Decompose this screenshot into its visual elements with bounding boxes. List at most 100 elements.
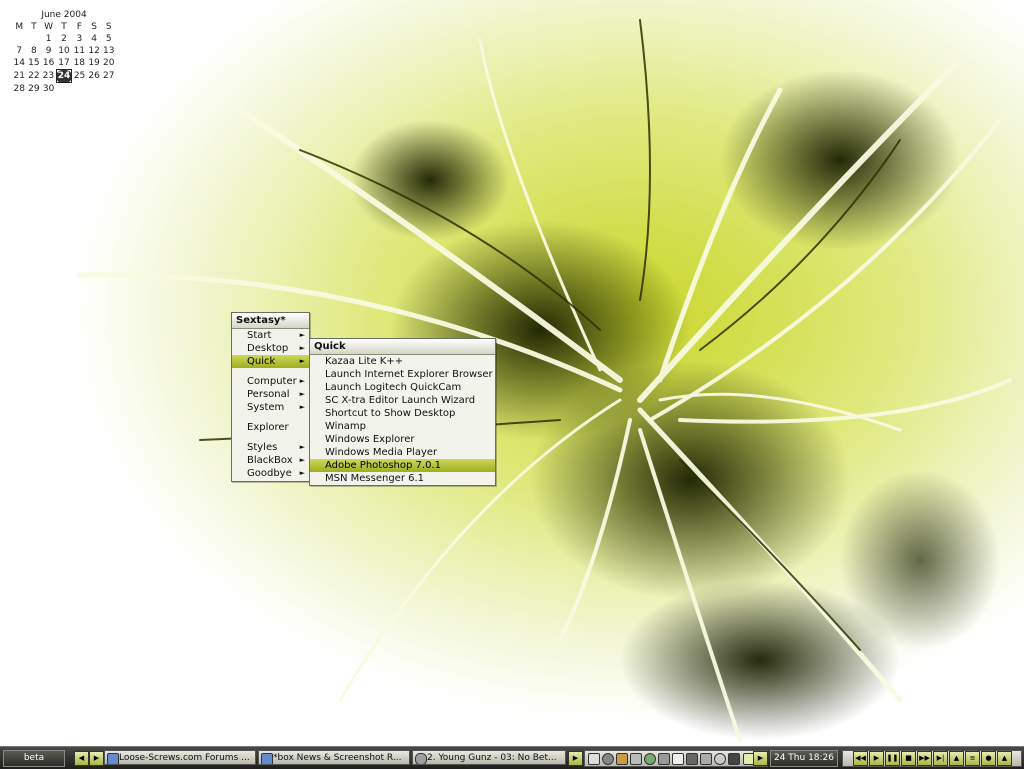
calendar-day: 29 — [28, 83, 40, 94]
calendar-day: 26 — [88, 71, 100, 81]
quick-item-windows-media-player[interactable]: Windows Media Player — [310, 446, 495, 459]
quick-item-show-desktop[interactable]: Shortcut to Show Desktop — [310, 407, 495, 420]
task-button[interactable]: *box News & Screenshot R... — [258, 750, 410, 765]
submenu-arrow-icon: ► — [299, 377, 305, 385]
menu-item-system[interactable]: System ► — [232, 401, 309, 414]
messenger-icon[interactable] — [644, 753, 656, 765]
submenu-arrow-icon: ► — [299, 469, 305, 477]
menu-item-styles[interactable]: Styles ► — [232, 441, 309, 454]
tray-next-button[interactable]: ▶ — [753, 751, 768, 766]
weekday-label: T — [61, 22, 67, 32]
quick-submenu: Quick Kazaa Lite K++ Launch Internet Exp… — [309, 338, 496, 486]
calendar-day — [56, 83, 72, 96]
monitor-icon[interactable] — [630, 753, 642, 765]
task-button[interactable]: Loose-Screws.com Forums ... — [104, 750, 256, 765]
audio-icon[interactable] — [616, 753, 628, 765]
menu-item-label: Styles — [247, 442, 278, 453]
calendar-day: 19 — [88, 58, 100, 69]
clock: 24 Thu 18:26 — [770, 750, 838, 767]
calendar-day: 30 — [42, 83, 55, 94]
calendar-week-row: 7 8 9 10 11 12 13 — [12, 45, 116, 57]
menu-item-label: Desktop — [247, 343, 289, 354]
calendar-day: 15 — [28, 58, 40, 69]
gear-icon[interactable] — [602, 753, 614, 765]
quick-item-windows-explorer[interactable]: Windows Explorer — [310, 433, 495, 446]
menu-item-goodbye[interactable]: Goodbye ► — [232, 467, 309, 480]
quick-item-kazaa[interactable]: Kazaa Lite K++ — [310, 355, 495, 368]
weekday-label: F — [76, 22, 82, 32]
root-menu: Sextasy* Start ► Desktop ► Quick ► Computer… — [231, 312, 310, 482]
menu-item-label: Quick — [247, 356, 276, 367]
weekday-label: S — [91, 22, 97, 32]
rewind-icon[interactable]: ◀◀ — [853, 751, 868, 766]
calendar-week-row: 28 29 30 — [12, 83, 116, 96]
calendar-weekday-row: M T W T F S S — [12, 21, 116, 33]
root-menu-title: Sextasy* — [232, 313, 309, 329]
quick-item-msn-messenger[interactable]: MSN Messenger 6.1 — [310, 472, 495, 485]
tool-icon[interactable] — [658, 753, 670, 765]
calendar-day: 14 — [13, 58, 25, 69]
quick-item-sc-xtra-editor[interactable]: SC X-tra Editor Launch Wizard — [310, 394, 495, 407]
stop-icon[interactable]: ■ — [901, 751, 916, 766]
menu-item-blackbox[interactable]: BlackBox ► — [232, 454, 309, 467]
quick-item-winamp[interactable]: Winamp — [310, 420, 495, 433]
weekday-label: W — [44, 22, 54, 32]
menu-item-desktop[interactable]: Desktop ► — [232, 342, 309, 355]
fast-forward-icon[interactable]: ▶▶ — [917, 751, 932, 766]
desktop-calendar: June 2004 M T W T F S S 1 2 3 4 5 7 8 9 … — [12, 10, 116, 95]
task-label: *box News & Screenshot R... — [273, 753, 402, 763]
task-label: 2. Young Gunz - 03: No Bet... — [427, 753, 557, 763]
calendar-day: 28 — [13, 83, 25, 94]
quick-item-photoshop[interactable]: Adobe Photoshop 7.0.1 — [310, 459, 495, 472]
volume-up-icon[interactable]: ▲ — [997, 751, 1012, 766]
menu-item-quick[interactable]: Quick ► — [232, 355, 309, 368]
calendar-day — [72, 83, 87, 96]
menu-item-label: Explorer — [247, 422, 289, 433]
calendar-day: 1 — [45, 34, 52, 44]
quick-item-internet-explorer[interactable]: Launch Internet Explorer Browser — [310, 368, 495, 381]
task-button[interactable]: 2. Young Gunz - 03: No Bet... — [412, 750, 566, 765]
play-icon[interactable]: ▶ — [869, 751, 884, 766]
task-label: Loose-Screws.com Forums ... — [119, 753, 250, 763]
next-track-icon[interactable]: ▶| — [933, 751, 948, 766]
calendar-month-title: June 2004 — [41, 10, 87, 20]
menu-item-label: Computer — [247, 376, 297, 387]
calendar-week-row: 1 2 3 4 5 — [12, 33, 116, 45]
menu-item-computer[interactable]: Computer ► — [232, 375, 309, 388]
menu-item-personal[interactable]: Personal ► — [232, 388, 309, 401]
winamp-icon — [415, 753, 427, 764]
submenu-arrow-icon: ► — [299, 344, 305, 352]
submenu-arrow-icon: ► — [299, 357, 305, 365]
menu-item-explorer[interactable]: Explorer — [232, 421, 309, 434]
eject-icon[interactable]: ▲ — [949, 751, 964, 766]
workspace-next-button[interactable]: ▶ — [89, 751, 104, 766]
media-icon[interactable] — [686, 753, 698, 765]
folder-icon[interactable] — [700, 753, 712, 765]
weekday-label: S — [105, 22, 112, 32]
submenu-arrow-icon: ► — [299, 390, 305, 398]
calendar-day: 4 — [91, 34, 97, 44]
quick-item-logitech-quickcam[interactable]: Launch Logitech QuickCam — [310, 381, 495, 394]
globe-icon[interactable] — [714, 753, 726, 765]
workspace-prev-button[interactable]: ◀ — [74, 751, 89, 766]
calendar-day: 17 — [58, 58, 70, 68]
playlist-icon[interactable]: ≡ — [965, 751, 980, 766]
network-icon[interactable] — [588, 753, 600, 765]
calendar-day: 8 — [30, 46, 37, 56]
settings-icon[interactable] — [728, 753, 740, 765]
mail-icon[interactable] — [672, 753, 684, 765]
pause-icon[interactable]: ❚❚ — [885, 751, 900, 766]
submenu-arrow-icon: ► — [299, 403, 305, 411]
calendar-day: 16 — [42, 58, 55, 69]
calendar-day: 20 — [102, 58, 115, 69]
options-icon[interactable]: ● — [981, 751, 996, 766]
workspace-label[interactable]: beta — [3, 750, 65, 767]
menu-separator — [232, 368, 309, 375]
submenu-arrow-icon: ► — [299, 456, 305, 464]
calendar-day: 25 — [73, 71, 86, 81]
calendar-week-row: 14 15 16 17 18 19 20 — [12, 57, 116, 70]
quick-submenu-title: Quick — [310, 339, 495, 355]
menu-item-start[interactable]: Start ► — [232, 329, 309, 342]
task-scroll-button[interactable]: ▶ — [568, 751, 583, 766]
calendar-day: 10 — [58, 46, 70, 56]
